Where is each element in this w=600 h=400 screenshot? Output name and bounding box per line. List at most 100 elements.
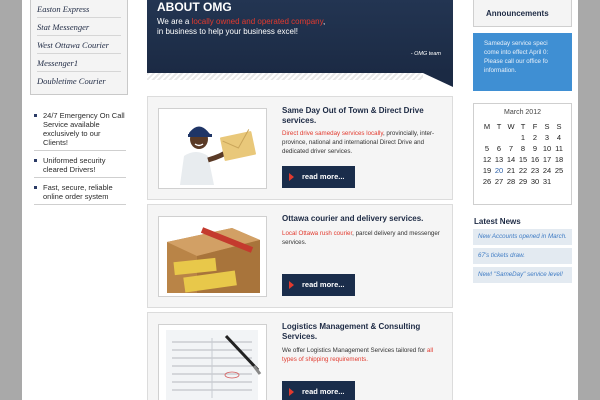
document-photo	[158, 324, 267, 400]
card-description-highlight: Direct drive sameday services locally	[282, 130, 383, 137]
read-more-label: read more...	[302, 172, 345, 181]
calendar-day[interactable]: 4	[553, 132, 565, 143]
banner-pointer	[423, 73, 453, 87]
fragile-box-image	[162, 220, 263, 293]
service-card: Same Day Out of Town & Direct Drive serv…	[147, 96, 453, 200]
read-more-button[interactable]: read more...	[282, 166, 355, 188]
calendar-day[interactable]: 22	[517, 165, 529, 176]
banner-line-1: We are a locally owned and operated comp…	[157, 17, 325, 26]
card-description-highlight: Local Ottawa rush courier	[282, 230, 353, 237]
service-link[interactable]: Stat Messenger	[37, 18, 121, 36]
calendar-day[interactable]: 6	[493, 143, 505, 154]
card-description: We offer Logistics Management Services t…	[282, 346, 447, 364]
courier-image	[162, 112, 263, 185]
calendar-day[interactable]: 15	[517, 154, 529, 165]
announcement-box: Sameday service speci come into effect A…	[473, 33, 572, 91]
banner-stripes	[147, 73, 423, 80]
service-card: Ottawa courier and delivery services. Lo…	[147, 204, 453, 308]
calendar-day[interactable]: 14	[505, 154, 517, 165]
calendar-day[interactable]: 9	[529, 143, 541, 154]
banner-text: ,	[323, 17, 326, 26]
service-link[interactable]: Messenger1	[37, 54, 121, 72]
news-link[interactable]: 67's tickets draw.	[473, 248, 572, 264]
play-arrow-icon	[289, 281, 294, 289]
calendar-day[interactable]: 19	[481, 165, 493, 176]
calendar-week: 5 6 7 8 9 10 11	[481, 143, 565, 154]
features-list: 24/7 Emergency On Call Service available…	[30, 111, 128, 205]
calendar-day[interactable]: 11	[553, 143, 565, 154]
card-title: Same Day Out of Town & Direct Drive serv…	[282, 106, 424, 125]
calendar-day	[493, 132, 505, 143]
calendar-day	[553, 176, 565, 187]
calendar-day[interactable]: 7	[505, 143, 517, 154]
news-link[interactable]: New! "SameDay" service level!	[473, 267, 572, 283]
calendar-day[interactable]: 18	[553, 154, 565, 165]
weekday-label: F	[532, 122, 538, 131]
calendar-day[interactable]: 26	[481, 176, 493, 187]
banner-text: We are a	[157, 17, 192, 26]
feature-text: Fast, secure, reliable online order syst…	[43, 183, 113, 201]
bullet-icon	[34, 159, 37, 162]
bullet-icon	[34, 186, 37, 189]
calendar-day[interactable]: 17	[541, 154, 553, 165]
calendar-day	[481, 132, 493, 143]
page-container: Easton Express Stat Messenger West Ottaw…	[22, 0, 578, 400]
read-more-button[interactable]: read more...	[282, 274, 355, 296]
weekday-label: S	[556, 122, 562, 131]
card-title: Ottawa courier and delivery services.	[282, 214, 424, 223]
about-banner: ABOUT OMG We are a locally owned and ope…	[147, 0, 453, 87]
calendar-day[interactable]: 24	[541, 165, 553, 176]
calendar-day[interactable]: 8	[517, 143, 529, 154]
calendar-day[interactable]: 29	[517, 176, 529, 187]
calendar-day[interactable]: 28	[505, 176, 517, 187]
service-link[interactable]: Doubletime Courier	[37, 72, 121, 90]
calendar-day[interactable]: 12	[481, 154, 493, 165]
read-more-button[interactable]: read more...	[282, 381, 355, 400]
card-description: Direct drive sameday services locally, p…	[282, 129, 447, 156]
weekday-label: T	[520, 122, 526, 131]
right-sidebar: Announcements Sameday service speci come…	[473, 0, 572, 283]
parcel-photo	[158, 216, 267, 297]
calendar-day[interactable]: 25	[553, 165, 565, 176]
calendar-day[interactable]: 2	[529, 132, 541, 143]
calendar-grid: M T W T F S S 1 2 3 4 5 6 7 8 9 10 11 12…	[481, 121, 565, 187]
calendar-day[interactable]: 31	[541, 176, 553, 187]
calendar-widget: March 2012 M T W T F S S 1 2 3 4 5 6 7 8…	[473, 103, 572, 205]
calendar-day[interactable]: 16	[529, 154, 541, 165]
service-card: Logistics Management & Consulting Servic…	[147, 312, 453, 400]
calendar-day[interactable]: 23	[529, 165, 541, 176]
banner-signature: - OMG team	[410, 51, 441, 57]
service-link[interactable]: Easton Express	[37, 0, 121, 18]
left-sidebar: Easton Express Stat Messenger West Ottaw…	[30, 0, 128, 210]
card-description-text: We offer Logistics Management Services t…	[282, 347, 427, 354]
courier-photo	[158, 108, 267, 189]
calendar-day[interactable]: 21	[505, 165, 517, 176]
calendar-day[interactable]: 13	[493, 154, 505, 165]
announcements-title: Announcements	[473, 0, 572, 27]
banner-highlight: locally owned and operated company	[191, 17, 324, 26]
read-more-label: read more...	[302, 280, 345, 289]
banner-line-2: in business to help your business excel!	[157, 27, 298, 36]
calendar-day[interactable]: 5	[481, 143, 493, 154]
feature-item: 24/7 Emergency On Call Service available…	[34, 111, 126, 151]
calendar-weekday-row: M T W T F S S	[481, 121, 565, 132]
service-link[interactable]: West Ottawa Courier	[37, 36, 121, 54]
feature-item: Uniformed security cleared Drivers!	[34, 156, 126, 178]
weekday-label: M	[483, 122, 491, 131]
read-more-label: read more...	[302, 387, 345, 396]
calendar-day[interactable]: 10	[541, 143, 553, 154]
latest-news-title: Latest News	[474, 217, 521, 226]
calendar-day-today[interactable]: 20	[493, 165, 505, 176]
calendar-month: March 2012	[504, 109, 541, 116]
services-list: Easton Express Stat Messenger West Ottaw…	[30, 0, 128, 95]
feature-text: 24/7 Emergency On Call Service available…	[43, 111, 125, 147]
card-title: Logistics Management & Consulting Servic…	[282, 322, 421, 341]
calendar-day[interactable]: 27	[493, 176, 505, 187]
calendar-day[interactable]: 1	[517, 132, 529, 143]
calendar-day[interactable]: 3	[541, 132, 553, 143]
weekday-label: S	[544, 122, 550, 131]
main-content: ABOUT OMG We are a locally owned and ope…	[147, 0, 453, 400]
news-link[interactable]: New Accounts opened in March.	[473, 229, 572, 245]
calendar-day[interactable]: 30	[529, 176, 541, 187]
feature-text: Uniformed security cleared Drivers!	[43, 156, 106, 174]
